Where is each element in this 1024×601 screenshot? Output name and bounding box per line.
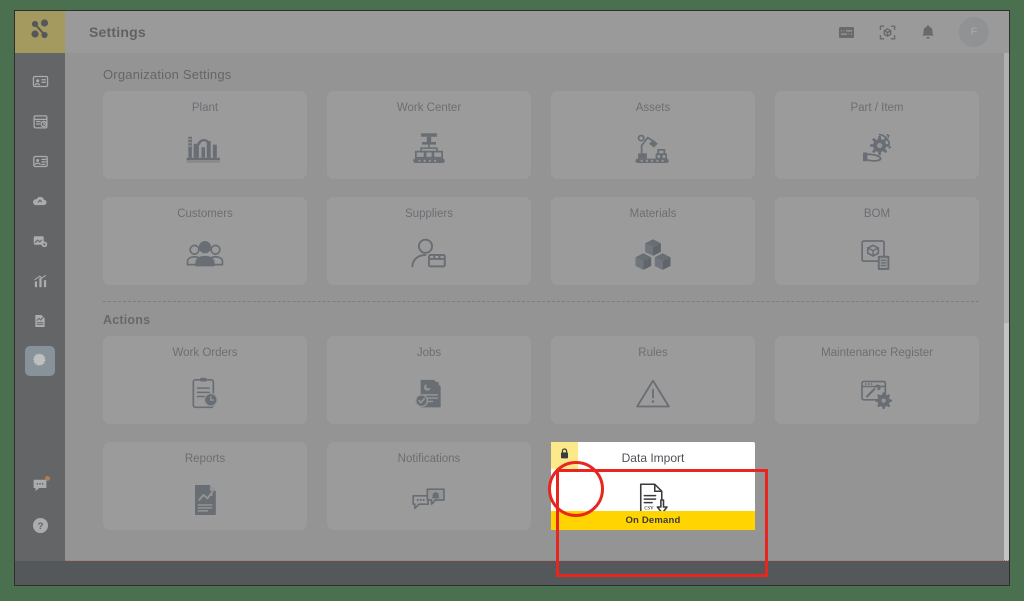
card-label: Maintenance Register bbox=[821, 347, 933, 359]
window-wrench-gear-icon bbox=[857, 363, 897, 424]
page-title: Settings bbox=[89, 24, 146, 40]
factory-icon bbox=[184, 118, 226, 179]
gear-icon bbox=[31, 352, 49, 370]
cube-document-icon bbox=[856, 224, 898, 285]
padlock-icon bbox=[558, 447, 571, 465]
question-circle-icon: ? bbox=[31, 516, 50, 535]
vertical-scrollbar-thumb[interactable] bbox=[1004, 53, 1009, 323]
card-label: Plant bbox=[191, 102, 219, 114]
status-bar bbox=[15, 561, 1009, 585]
id-card-icon bbox=[32, 73, 49, 90]
report-chart-doc-icon bbox=[185, 469, 225, 530]
sidebar-nav-top bbox=[15, 61, 65, 381]
brand-logo[interactable] bbox=[15, 11, 65, 53]
card-label: Materials bbox=[629, 208, 677, 220]
sidebar-item-schedule[interactable] bbox=[15, 101, 65, 141]
card-suppliers[interactable]: Suppliers bbox=[327, 197, 531, 285]
card-part-item[interactable]: Part / Item bbox=[775, 91, 979, 179]
card-label: Rules bbox=[638, 347, 668, 359]
organization-settings-grid: Plant Work Center Assets Part / Item Cus… bbox=[103, 91, 979, 285]
sidebar-item-analytics-edit[interactable] bbox=[15, 221, 65, 261]
card-label: Work Orders bbox=[172, 347, 238, 359]
cloud-icon bbox=[31, 192, 49, 210]
sidebar-item-charts[interactable] bbox=[15, 261, 65, 301]
sidebar-item-cloud[interactable] bbox=[15, 181, 65, 221]
card-plant[interactable]: Plant bbox=[103, 91, 307, 179]
card-customers[interactable]: Customers bbox=[103, 197, 307, 285]
sidebar-item-help[interactable]: ? bbox=[15, 505, 65, 545]
card-maintenance-register[interactable]: Maintenance Register bbox=[775, 336, 979, 424]
sliders-panel-icon[interactable] bbox=[837, 23, 856, 42]
sidebar-item-production[interactable] bbox=[15, 141, 65, 181]
card-label: Jobs bbox=[416, 347, 442, 359]
people-group-icon bbox=[184, 224, 226, 285]
card-label: Customers bbox=[177, 208, 233, 220]
clipboard-clock-icon bbox=[185, 363, 225, 424]
card-materials[interactable]: Materials bbox=[551, 197, 755, 285]
card-reports[interactable]: Reports bbox=[103, 442, 307, 530]
card-label: Reports bbox=[184, 453, 226, 465]
svg-text:csv: csv bbox=[644, 503, 654, 511]
application-frame: ? Settings F Organization Settings Plant… bbox=[14, 10, 1010, 586]
card-bom[interactable]: BOM bbox=[775, 197, 979, 285]
card-work-center[interactable]: Work Center bbox=[327, 91, 531, 179]
app-header: Settings F bbox=[65, 11, 1009, 53]
network-nodes-icon bbox=[28, 18, 52, 47]
robot-arm-conveyor-icon bbox=[632, 118, 674, 179]
card-work-orders[interactable]: Work Orders bbox=[103, 336, 307, 424]
sidebar-item-settings[interactable] bbox=[15, 341, 65, 381]
actions-grid: Work Orders Jobs Rules Maintenance Regis… bbox=[103, 336, 979, 530]
chat-bell-icon bbox=[409, 469, 449, 530]
user-avatar[interactable]: F bbox=[959, 17, 989, 47]
card-label: Assets bbox=[635, 102, 671, 114]
image-gear-icon bbox=[32, 233, 49, 250]
left-sidebar: ? bbox=[15, 11, 65, 585]
hand-gear-icon bbox=[856, 118, 898, 179]
boxes-icon bbox=[632, 224, 674, 285]
card-label: Work Center bbox=[396, 102, 462, 114]
svg-text:?: ? bbox=[37, 521, 43, 532]
sidebar-item-address-book[interactable] bbox=[15, 61, 65, 101]
card-label: Part / Item bbox=[850, 102, 904, 114]
card-label: Suppliers bbox=[405, 208, 453, 220]
sidebar-item-documents[interactable] bbox=[15, 301, 65, 341]
on-demand-label: On Demand bbox=[625, 515, 681, 526]
sidebar-nav-bottom: ? bbox=[15, 465, 65, 545]
scan-cube-icon[interactable] bbox=[878, 23, 897, 42]
settings-content: Organization Settings Plant Work Center … bbox=[65, 53, 1009, 561]
section-title-organization: Organization Settings bbox=[103, 67, 232, 82]
chat-unread-badge bbox=[45, 476, 50, 481]
card-jobs[interactable]: Jobs bbox=[327, 336, 531, 424]
calendar-clock-icon bbox=[32, 113, 49, 130]
conveyor-press-icon bbox=[408, 118, 450, 179]
report-doc-icon bbox=[32, 313, 48, 329]
machine-panel-icon bbox=[32, 153, 49, 170]
avatar-initial: F bbox=[970, 26, 978, 38]
card-label: Data Import bbox=[621, 451, 685, 465]
card-label: Notifications bbox=[397, 453, 461, 465]
section-title-actions: Actions bbox=[103, 313, 151, 327]
header-actions: F bbox=[837, 17, 989, 47]
card-rules[interactable]: Rules bbox=[551, 336, 755, 424]
chart-doc-check-icon bbox=[409, 363, 449, 424]
content-bottom-edge bbox=[65, 560, 1009, 561]
card-assets[interactable]: Assets bbox=[551, 91, 755, 179]
person-box-icon bbox=[408, 224, 450, 285]
card-data-import[interactable]: Data Import csv On Demand bbox=[551, 442, 755, 530]
bar-chart-icon bbox=[32, 273, 49, 290]
sidebar-item-chat[interactable] bbox=[15, 465, 65, 505]
lock-badge bbox=[551, 442, 578, 469]
warning-triangle-icon bbox=[633, 363, 673, 424]
card-label: BOM bbox=[863, 208, 891, 220]
bell-icon[interactable] bbox=[919, 23, 937, 41]
section-divider bbox=[103, 301, 979, 302]
on-demand-badge: On Demand bbox=[551, 511, 755, 530]
card-notifications[interactable]: Notifications bbox=[327, 442, 531, 530]
